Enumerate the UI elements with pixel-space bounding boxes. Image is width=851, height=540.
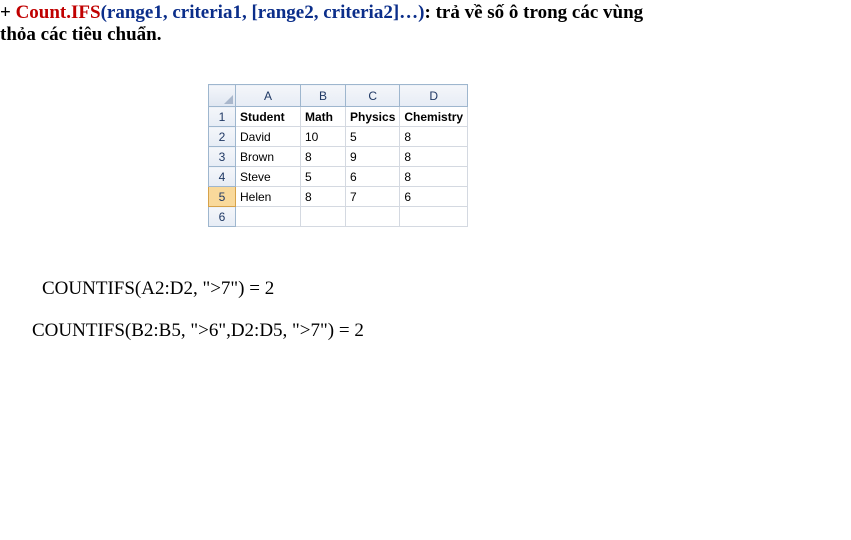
example-formula-2: COUNTIFS(B2:B5, ">6",D2:D5, ">7") = 2 — [32, 320, 851, 342]
cell-b3: 8 — [301, 147, 346, 167]
cell-a3: Brown — [236, 147, 301, 167]
table-row: 6 — [209, 207, 468, 227]
cell-b2: 10 — [301, 127, 346, 147]
heading-plus: + — [0, 2, 16, 23]
col-header-d: D — [400, 85, 468, 107]
header-math: Math — [301, 107, 346, 127]
row-header-3: 3 — [209, 147, 236, 167]
heading-line2: thỏa các tiêu chuẩn. — [0, 24, 851, 46]
table-row: 3 Brown 8 9 8 — [209, 147, 468, 167]
table-row: 2 David 10 5 8 — [209, 127, 468, 147]
cell-c5: 7 — [346, 187, 400, 207]
spreadsheet-table: A B C D 1 Student Math Physics Chemistry… — [208, 84, 468, 227]
cell-d4: 8 — [400, 167, 468, 187]
header-student: Student — [236, 107, 301, 127]
cell-a5: Helen — [236, 187, 301, 207]
col-header-a: A — [236, 85, 301, 107]
heading-sep: : — [425, 2, 436, 23]
cell-d2: 8 — [400, 127, 468, 147]
cell-d3: 8 — [400, 147, 468, 167]
row-header-2: 2 — [209, 127, 236, 147]
heading-description: trả về số ô trong các vùng — [436, 2, 644, 23]
cell-a6 — [236, 207, 301, 227]
example-formula-1: COUNTIFS(A2:D2, ">7") = 2 — [42, 278, 851, 300]
cell-c3: 9 — [346, 147, 400, 167]
cell-d5: 6 — [400, 187, 468, 207]
header-chemistry: Chemistry — [400, 107, 468, 127]
cell-d6 — [400, 207, 468, 227]
cell-a2: David — [236, 127, 301, 147]
cell-b6 — [301, 207, 346, 227]
col-header-c: C — [346, 85, 400, 107]
sheet-corner — [209, 85, 236, 107]
row-header-6: 6 — [209, 207, 236, 227]
table-row: 5 Helen 8 7 6 — [209, 187, 468, 207]
function-name: Count.IFS — [16, 2, 101, 23]
cell-a4: Steve — [236, 167, 301, 187]
spreadsheet-screenshot: A B C D 1 Student Math Physics Chemistry… — [208, 84, 468, 227]
function-params: (range1, criteria1, [range2, criteria2]…… — [101, 2, 425, 23]
table-row: 4 Steve 5 6 8 — [209, 167, 468, 187]
header-physics: Physics — [346, 107, 400, 127]
cell-c4: 6 — [346, 167, 400, 187]
cell-c2: 5 — [346, 127, 400, 147]
table-header-row: 1 Student Math Physics Chemistry — [209, 107, 468, 127]
row-header-1: 1 — [209, 107, 236, 127]
cell-b5: 8 — [301, 187, 346, 207]
row-header-5: 5 — [209, 187, 236, 207]
col-header-b: B — [301, 85, 346, 107]
cell-b4: 5 — [301, 167, 346, 187]
row-header-4: 4 — [209, 167, 236, 187]
cell-c6 — [346, 207, 400, 227]
